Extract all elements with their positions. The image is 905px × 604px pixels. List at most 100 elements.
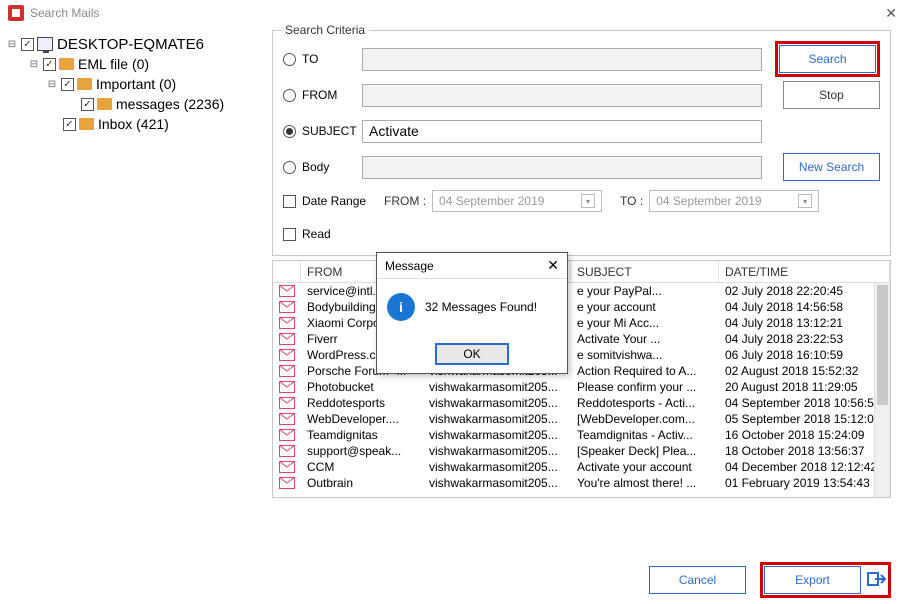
tree-item[interactable]: ✓ Inbox (421) <box>6 114 262 134</box>
subject-label: SUBJECT <box>302 124 362 138</box>
checkbox[interactable]: ✓ <box>21 38 34 51</box>
dialog-title: Message <box>385 259 434 273</box>
cell-datetime: 01 February 2019 13:54:43 <box>719 476 890 490</box>
table-row[interactable]: WebDeveloper....vishwakarmasomit205...[W… <box>273 411 890 427</box>
search-button[interactable]: Search <box>779 45 876 73</box>
checkbox[interactable]: ✓ <box>81 98 94 111</box>
mail-icon <box>273 285 301 297</box>
cell-subject: Reddotesports - Acti... <box>571 396 719 410</box>
close-icon[interactable]: ✕ <box>885 5 897 22</box>
cell-datetime: 02 July 2018 22:20:45 <box>719 284 890 298</box>
tree-root[interactable]: ⊟ ✓ DESKTOP-EQMATE6 <box>6 34 262 54</box>
checkbox[interactable]: ✓ <box>61 78 74 91</box>
radio-to[interactable] <box>283 53 296 66</box>
mail-icon <box>273 429 301 441</box>
table-row[interactable]: Xiaomi Corpora...e your Mi Acc...04 July… <box>273 315 890 331</box>
scrollbar-thumb[interactable] <box>877 285 888 405</box>
scrollbar[interactable] <box>874 283 890 497</box>
table-row[interactable]: FiverrActivate Your ...04 July 2018 23:2… <box>273 331 890 347</box>
cell-datetime: 02 August 2018 15:52:32 <box>719 364 890 378</box>
table-row[interactable]: Teamdignitasvishwakarmasomit205...Teamdi… <box>273 427 890 443</box>
cell-to: vishwakarmasomit205... <box>423 444 571 458</box>
tree-item[interactable]: ✓ messages (2236) <box>6 94 262 114</box>
table-row[interactable]: CCMvishwakarmasomit205...Activate your a… <box>273 459 890 475</box>
cell-subject: Activate your account <box>571 460 719 474</box>
mail-icon <box>273 333 301 345</box>
checkbox[interactable]: ✓ <box>43 58 56 71</box>
tree-item[interactable]: ⊟ ✓ EML file (0) <box>6 54 262 74</box>
collapse-icon[interactable]: ⊟ <box>46 79 58 90</box>
col-subject[interactable]: SUBJECT <box>571 261 719 282</box>
cell-from: Teamdignitas <box>301 428 423 442</box>
criteria-legend: Search Criteria <box>281 23 369 37</box>
export-arrow-icon[interactable] <box>867 570 887 591</box>
cancel-button[interactable]: Cancel <box>649 566 746 594</box>
cell-datetime: 05 September 2018 15:12:06 <box>719 412 890 426</box>
cell-to: vishwakarmasomit205... <box>423 476 571 490</box>
cell-datetime: 04 September 2018 10:56:51 <box>719 396 890 410</box>
from-date-picker[interactable]: 04 September 2019▾ <box>432 190 602 212</box>
table-header: FROM TO SUBJECT DATE/TIME <box>273 261 890 283</box>
cell-datetime: 04 December 2018 12:12:42 <box>719 460 890 474</box>
chevron-down-icon[interactable]: ▾ <box>581 194 595 208</box>
daterange-checkbox[interactable] <box>283 195 296 208</box>
export-button[interactable]: Export <box>764 566 861 594</box>
app-logo-icon <box>8 5 24 21</box>
to-date-picker[interactable]: 04 September 2019▾ <box>649 190 819 212</box>
body-input[interactable] <box>362 156 762 179</box>
table-row[interactable]: Reddotesportsvishwakarmasomit205...Reddo… <box>273 395 890 411</box>
mail-icon <box>273 349 301 361</box>
cell-datetime: 06 July 2018 16:10:59 <box>719 348 890 362</box>
cell-subject: e your PayPal... <box>571 284 719 298</box>
subject-input[interactable] <box>362 120 762 143</box>
table-row[interactable]: Porsche Forum -...vishwakarmasomit205...… <box>273 363 890 379</box>
radio-from[interactable] <box>283 89 296 102</box>
info-icon: i <box>387 293 415 321</box>
cell-subject: e somitvishwa... <box>571 348 719 362</box>
from-label: FROM <box>302 88 362 102</box>
folder-icon <box>59 58 74 70</box>
cell-datetime: 04 July 2018 14:56:58 <box>719 300 890 314</box>
tree-item[interactable]: ⊟ ✓ Important (0) <box>6 74 262 94</box>
table-row[interactable]: WordPress.co...e somitvishwa...06 July 2… <box>273 347 890 363</box>
cell-to: vishwakarmasomit205... <box>423 460 571 474</box>
cell-subject: You're almost there! ... <box>571 476 719 490</box>
cell-datetime: 20 August 2018 11:29:05 <box>719 380 890 394</box>
chevron-down-icon[interactable]: ▾ <box>798 194 812 208</box>
read-label: Read <box>302 227 331 241</box>
collapse-icon[interactable]: ⊟ <box>6 39 18 50</box>
radio-body[interactable] <box>283 161 296 174</box>
cell-subject: Teamdignitas - Activ... <box>571 428 719 442</box>
cell-subject: Action Required to A... <box>571 364 719 378</box>
stop-button[interactable]: Stop <box>783 81 880 109</box>
table-row[interactable]: Bodybuilding.c...e your account04 July 2… <box>273 299 890 315</box>
dialog-close-icon[interactable]: ✕ <box>547 257 559 274</box>
mail-icon <box>273 461 301 473</box>
cell-subject: e your Mi Acc... <box>571 316 719 330</box>
radio-subject[interactable] <box>283 125 296 138</box>
mail-icon <box>273 413 301 425</box>
cell-to: vishwakarmasomit205... <box>423 380 571 394</box>
checkbox[interactable]: ✓ <box>63 118 76 131</box>
table-row[interactable]: service@intl.p...e your PayPal...02 July… <box>273 283 890 299</box>
table-row[interactable]: Outbrainvishwakarmasomit205...You're alm… <box>273 475 890 491</box>
collapse-icon[interactable]: ⊟ <box>28 59 40 70</box>
cell-subject: Activate Your ... <box>571 332 719 346</box>
cell-from: Reddotesports <box>301 396 423 410</box>
from-date-label: FROM : <box>384 194 426 208</box>
read-checkbox[interactable] <box>283 228 296 241</box>
folder-icon <box>97 98 112 110</box>
cell-datetime: 18 October 2018 13:56:37 <box>719 444 890 458</box>
cell-subject: [WebDeveloper.com... <box>571 412 719 426</box>
folder-icon <box>79 118 94 130</box>
table-row[interactable]: Photobucketvishwakarmasomit205...Please … <box>273 379 890 395</box>
col-datetime[interactable]: DATE/TIME <box>719 261 890 282</box>
from-input[interactable] <box>362 84 762 107</box>
new-search-button[interactable]: New Search <box>783 153 880 181</box>
to-input[interactable] <box>362 48 762 71</box>
cell-subject: [Speaker Deck] Plea... <box>571 444 719 458</box>
table-row[interactable]: support@speak...vishwakarmasomit205...[S… <box>273 443 890 459</box>
ok-button[interactable]: OK <box>435 343 509 365</box>
mail-icon <box>273 317 301 329</box>
titlebar: Search Mails ✕ <box>0 0 905 26</box>
